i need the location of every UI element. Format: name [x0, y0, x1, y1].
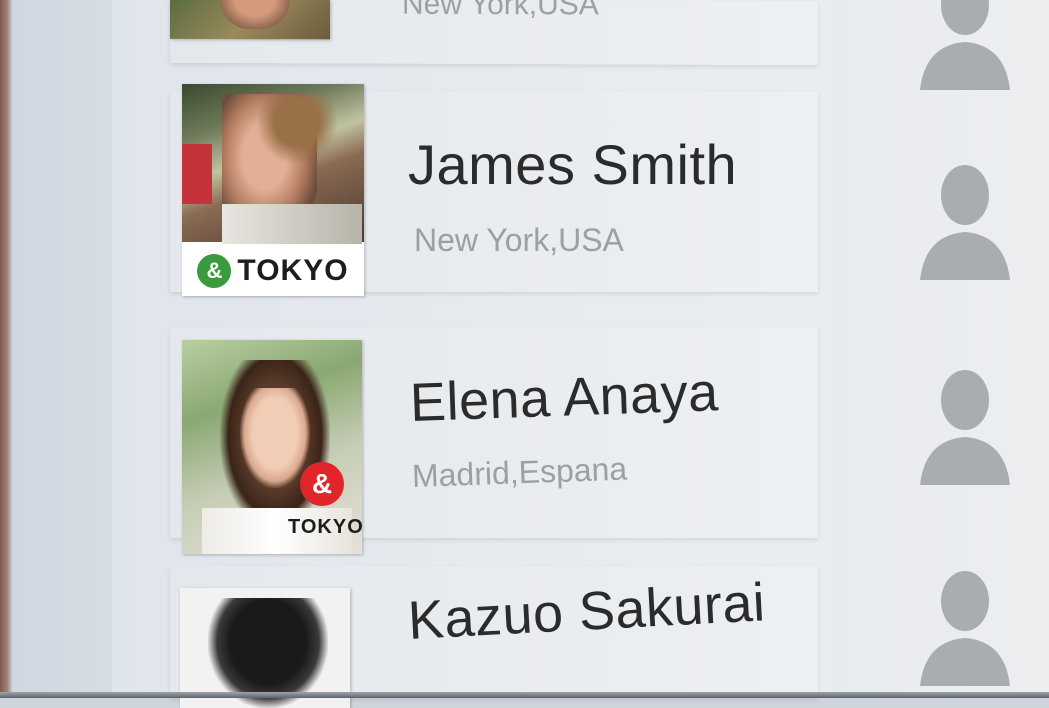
person-silhouette-icon [920, 165, 1010, 280]
contact-photo [180, 588, 350, 708]
contact-card-elena-anaya[interactable]: & TOKYO Elena Anaya Madrid,Espana [170, 328, 818, 554]
badge-label: TOKYO [288, 516, 362, 538]
contact-location: New York,USA [402, 0, 599, 22]
contact-location: Madrid,Espana [411, 450, 628, 494]
avatar-column [905, 0, 1025, 698]
person-silhouette-icon [920, 0, 1010, 90]
contact-name: James Smith [408, 133, 738, 196]
contact-photo: & TOKYO [182, 84, 364, 296]
tokyo-badge: & TOKYO [182, 246, 364, 296]
contact-location: New York,USA [414, 222, 624, 258]
badge-label: TOKYO [237, 254, 349, 287]
contact-photo: & TOKYO [182, 340, 362, 554]
ampersand-icon: & [197, 254, 232, 288]
device-bezel [0, 0, 12, 698]
contact-name: Elena Anaya [408, 362, 720, 433]
contact-name: Kazuo Sakurai [406, 572, 767, 651]
contact-photo [170, 0, 330, 40]
contact-card-james-smith[interactable]: & TOKYO James Smith New York,USA [170, 84, 818, 296]
contact-card-0[interactable]: New York,USA [170, 0, 818, 66]
person-silhouette-icon [920, 370, 1010, 485]
device-bezel-bottom [0, 692, 1049, 698]
ampersand-icon: & [300, 462, 344, 506]
person-silhouette-icon [920, 571, 1010, 686]
contact-card-kazuo-sakurai[interactable]: Kazuo Sakurai [170, 566, 818, 708]
